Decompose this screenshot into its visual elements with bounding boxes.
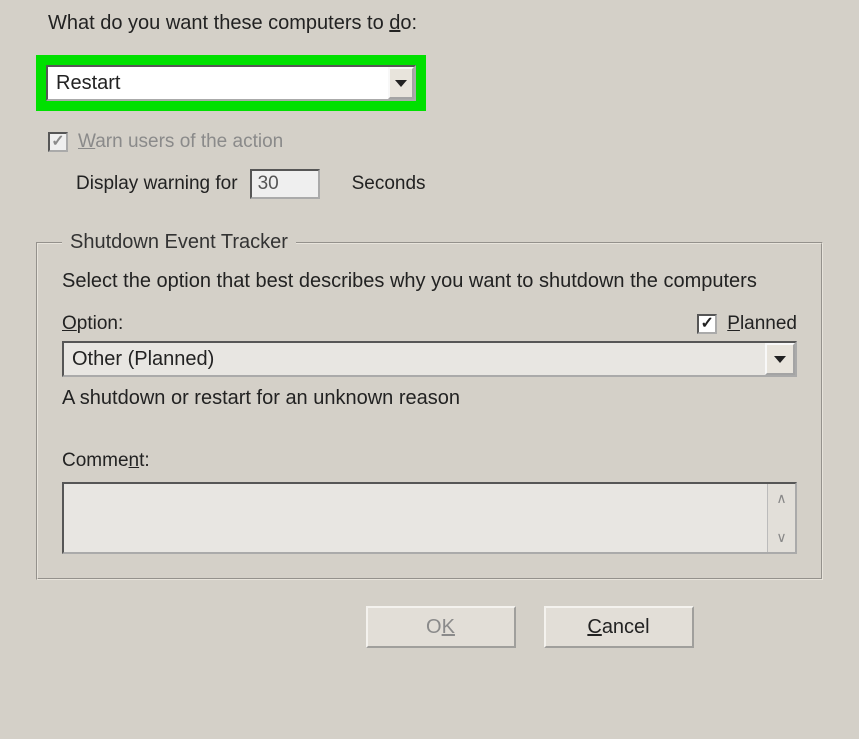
planned-checkbox[interactable] xyxy=(697,314,717,334)
display-warning-label: Display warning for xyxy=(76,173,238,195)
option-dropdown-button[interactable] xyxy=(765,343,795,375)
shutdown-event-tracker-group: Shutdown Event Tracker Select the option… xyxy=(36,231,823,580)
planned-group[interactable]: Planned xyxy=(697,313,797,335)
option-label: Option: xyxy=(62,313,123,335)
ok-button: OK xyxy=(366,606,516,648)
warn-users-label: Warn users of the action xyxy=(78,131,283,153)
action-dropdown[interactable]: Restart xyxy=(46,65,416,101)
display-warning-row: Display warning for Seconds xyxy=(48,169,819,199)
tracker-legend: Shutdown Event Tracker xyxy=(62,231,296,254)
warning-seconds-input xyxy=(250,169,320,199)
planned-label: Planned xyxy=(727,313,797,335)
action-highlight: Restart xyxy=(36,55,426,111)
warn-users-checkbox xyxy=(48,132,68,152)
scroll-down-icon[interactable]: ∨ xyxy=(776,529,786,546)
warn-users-row: Warn users of the action xyxy=(48,131,819,153)
comment-label: Comment: xyxy=(62,450,797,472)
action-dropdown-button[interactable] xyxy=(388,67,414,99)
seconds-unit-label: Seconds xyxy=(352,173,426,195)
action-prompt-label: What do you want these computers to do: xyxy=(48,12,819,35)
action-dropdown-value: Restart xyxy=(48,67,388,99)
scroll-up-icon[interactable]: ∧ xyxy=(776,490,786,507)
chevron-down-icon xyxy=(395,78,407,88)
chevron-down-icon xyxy=(774,354,786,364)
comment-scrollbar[interactable]: ∧ ∨ xyxy=(767,484,795,552)
dialog-button-row: OK Cancel xyxy=(0,606,859,648)
check-icon xyxy=(701,316,714,332)
comment-textarea[interactable]: ∧ ∨ xyxy=(62,482,797,554)
option-dropdown[interactable]: Other (Planned) xyxy=(62,341,797,377)
cancel-button[interactable]: Cancel xyxy=(544,606,694,648)
check-icon xyxy=(51,134,64,150)
tracker-description: Select the option that best describes wh… xyxy=(62,268,797,295)
option-description: A shutdown or restart for an unknown rea… xyxy=(62,387,797,410)
option-dropdown-value: Other (Planned) xyxy=(64,343,765,375)
